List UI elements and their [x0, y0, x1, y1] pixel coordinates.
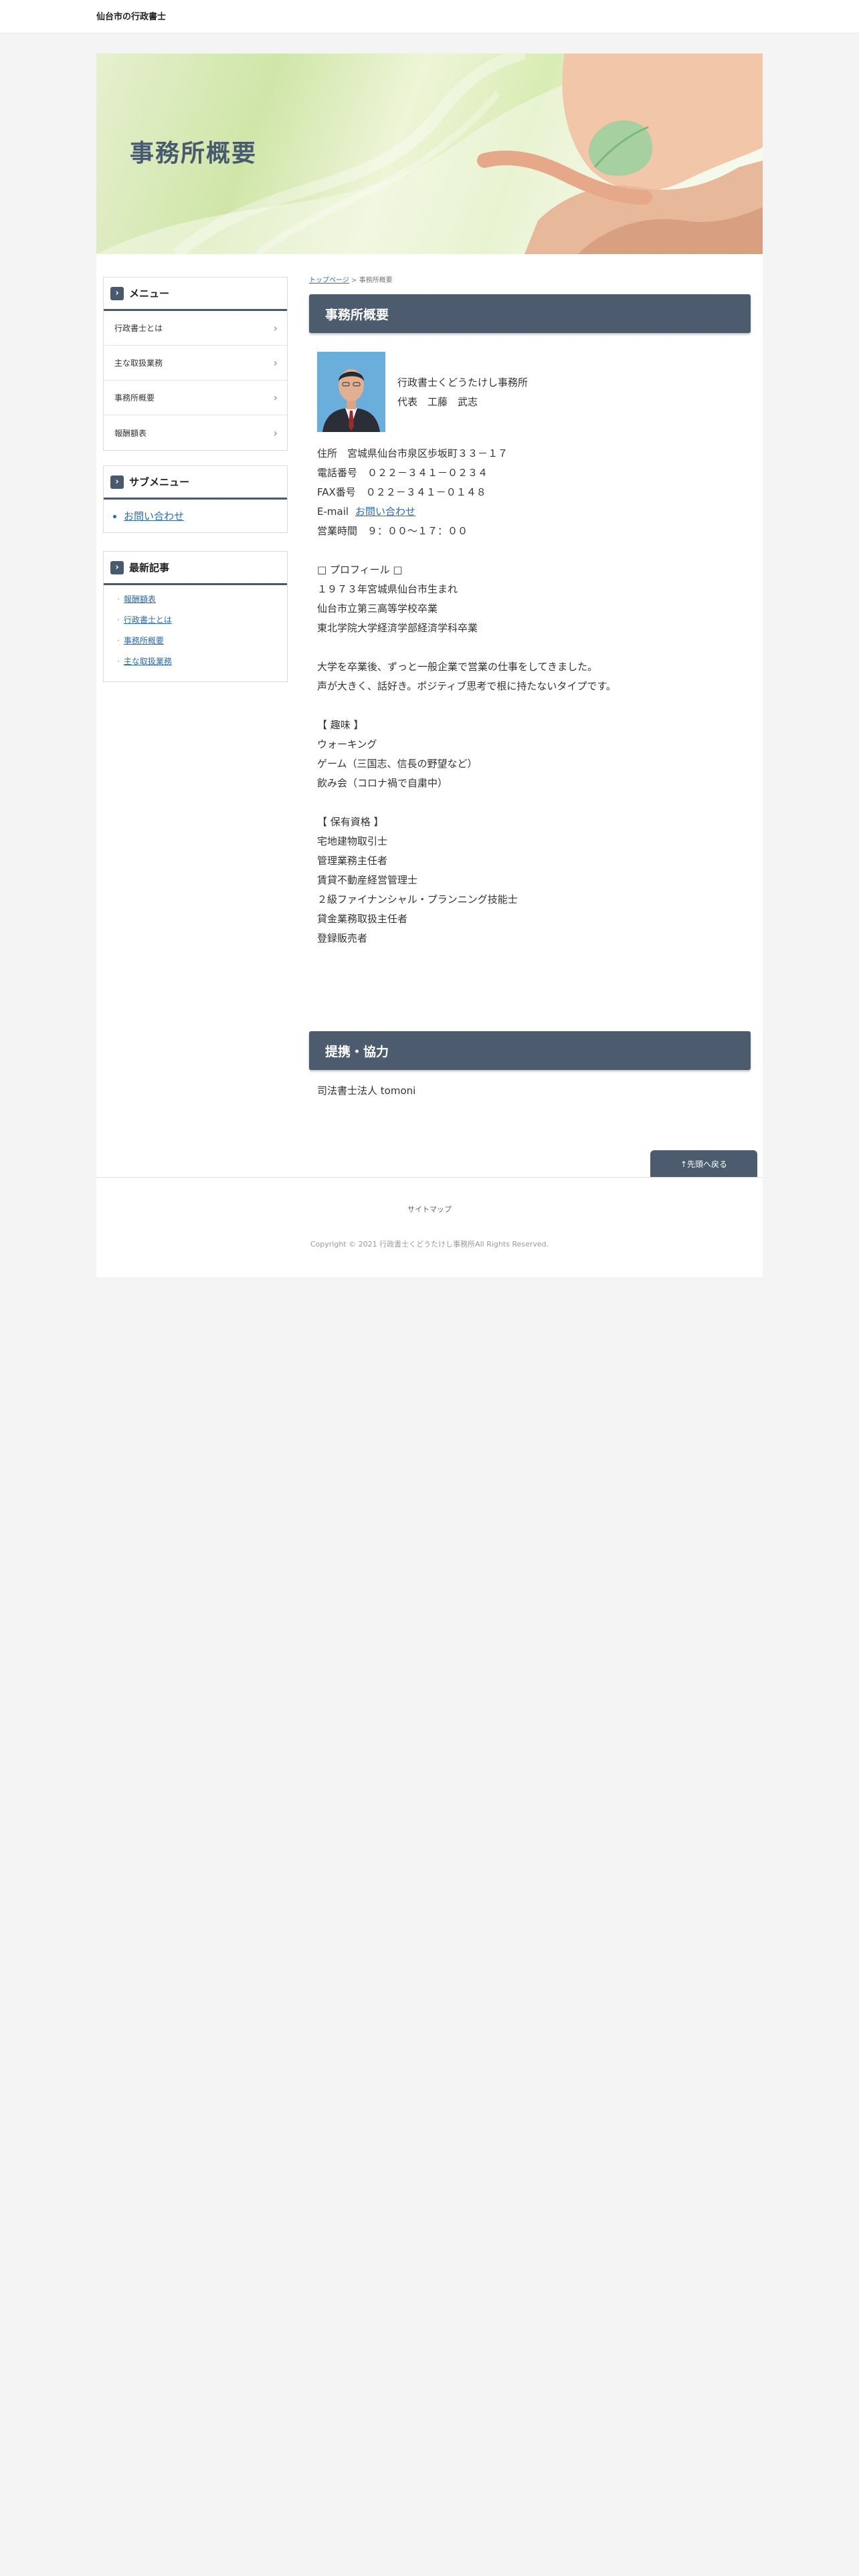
- breadcrumb-separator: >: [351, 277, 357, 284]
- chevron-right-icon: ›: [273, 426, 278, 439]
- email-label: E-mail: [317, 506, 349, 518]
- chevron-right-icon: ›: [273, 356, 278, 369]
- sidebar-item-gyoseishoshi[interactable]: 行政書士とは ›: [104, 311, 287, 346]
- hobby-item: ウォーキング: [317, 738, 377, 750]
- hobby-heading: 【 趣味 】: [317, 719, 364, 731]
- submenu-widget-title: サブメニュー: [129, 476, 190, 488]
- profile-line: 東北学院大学経済学部経済学科卒業: [317, 622, 478, 634]
- sidebar-item-label: 行政書士とは: [114, 324, 163, 333]
- breadcrumb-home-link[interactable]: トップページ: [309, 277, 349, 284]
- submenu-widget-header: › サブメニュー: [104, 466, 287, 500]
- address: 住所 宮城県仙台市泉区歩坂町３３－１７: [317, 447, 508, 459]
- chevron-right-icon: ›: [273, 391, 278, 404]
- chevron-right-icon: ›: [110, 286, 124, 300]
- sidebar-item-fees[interactable]: 報酬額表 ›: [104, 415, 287, 450]
- sidebar-item-label: 主な取扱業務: [114, 358, 163, 368]
- hero-banner: 事務所概要: [96, 53, 763, 254]
- menu-widget-header: › メニュー: [104, 278, 287, 311]
- sidebar-menu-widget: › メニュー 行政書士とは › 主な取扱業務 › 事務所概要 › 報酬額表 ›: [103, 277, 288, 451]
- office-name: 行政書士くどうたけし事務所: [397, 377, 529, 389]
- site-title[interactable]: 仙台市の行政書士: [96, 9, 166, 22]
- contact-link[interactable]: お問い合わせ: [355, 506, 415, 518]
- recent-link[interactable]: 行政書士とは: [124, 615, 172, 625]
- representative-photo: [317, 352, 385, 432]
- chevron-right-icon: ›: [110, 560, 124, 574]
- menu-widget-title: メニュー: [129, 288, 170, 300]
- section-heading-office: 事務所概要: [309, 294, 751, 333]
- list-item: · 主な取扱業務: [117, 657, 172, 666]
- sidebar-submenu-widget: › サブメニュー お問い合わせ: [103, 465, 288, 533]
- sidebar-item-services[interactable]: 主な取扱業務 ›: [104, 346, 287, 381]
- office-details: 住所 宮城県仙台市泉区歩坂町３３－１７ 電話番号 ０２２－３４１－０２３４ FA…: [317, 444, 745, 948]
- recent-link[interactable]: 主な取扱業務: [124, 657, 172, 666]
- section-heading-partners: 提携・協力: [309, 1031, 751, 1070]
- fax-number: FAX番号 ０２２－３４１－０１４８: [317, 486, 486, 498]
- recent-widget-header: › 最新記事: [104, 552, 287, 585]
- profile-heading: □ プロフィール □: [317, 564, 403, 576]
- license-item: 管理業務主任者: [317, 855, 388, 867]
- chevron-right-icon: ›: [273, 322, 278, 334]
- bio-line: 声が大きく、話好き。ポジティブ思考で根に持たないタイプです。: [317, 680, 616, 692]
- breadcrumb: トップページ > 事務所概要: [309, 274, 393, 284]
- copyright-text: Copyright © 2021 行政書士くどうたけし事務所All Rights…: [310, 1240, 549, 1249]
- recent-list: · 報酬額表 · 行政書士とは · 事務所概要 · 主な取扱業務: [104, 585, 287, 681]
- list-item: · 行政書士とは: [117, 615, 172, 625]
- license-item: ２級ファイナンシャル・プランニング技能士: [317, 893, 518, 905]
- partner-name: 司法書士法人 tomoni: [317, 1085, 416, 1097]
- recent-link[interactable]: 事務所概要: [124, 636, 164, 645]
- license-item: 貸金業務取扱主任者: [317, 913, 408, 925]
- profile-line: 仙台市立第三高等学校卒業: [317, 603, 438, 615]
- phone-number: 電話番号 ０２２－３４１－０２３４: [317, 467, 488, 479]
- profile-line: １９７３年宮城県仙台市生まれ: [317, 583, 458, 595]
- business-hours: 営業時間 ９：００～１７：００: [317, 525, 468, 537]
- submenu-list: お問い合わせ: [104, 500, 287, 532]
- representative-name: 代表 工藤 武志: [397, 396, 478, 408]
- license-heading: 【 保有資格 】: [317, 816, 384, 828]
- back-to-top-button[interactable]: ↑先頭へ戻る: [650, 1150, 757, 1177]
- list-item: · 事務所概要: [117, 636, 164, 645]
- top-header-bar: 仙台市の行政書士: [0, 0, 859, 33]
- sidebar-item-label: 報酬額表: [114, 428, 147, 438]
- license-item: 賃貸不動産経営管理士: [317, 874, 418, 886]
- hobby-item: ゲーム（三国志、信長の野望など）: [317, 758, 478, 770]
- sitemap-link[interactable]: サイトマップ: [96, 1204, 763, 1214]
- list-item: · 報酬額表: [117, 595, 156, 604]
- recent-widget-title: 最新記事: [129, 562, 170, 574]
- footer-divider: [96, 1177, 763, 1178]
- sidebar-recent-widget: › 最新記事 · 報酬額表 · 行政書士とは · 事務所概要 · 主な取扱業務: [103, 551, 288, 682]
- hobby-item: 飲み会（コロナ禍で自粛中）: [317, 777, 448, 789]
- sidebar-item-label: 事務所概要: [114, 393, 155, 403]
- email-row: E-mail お問い合わせ: [317, 502, 745, 522]
- sidebar-item-office[interactable]: 事務所概要 ›: [104, 381, 287, 415]
- license-item: 宅地建物取引士: [317, 835, 388, 847]
- chevron-right-icon: ›: [110, 475, 124, 489]
- submenu-link-contact[interactable]: お問い合わせ: [124, 509, 287, 523]
- breadcrumb-current: 事務所概要: [359, 277, 393, 284]
- hero-title: 事務所概要: [130, 140, 258, 167]
- license-item: 登録販売者: [317, 932, 368, 944]
- office-identity: 行政書士くどうたけし事務所 代表 工藤 武志: [397, 373, 528, 412]
- bio-line: 大学を卒業後、ずっと一般企業で営業の仕事をしてきました。: [317, 661, 598, 673]
- recent-link[interactable]: 報酬額表: [124, 595, 156, 604]
- page-container: 事務所概要 › メニュー 行政書士とは › 主な取扱業務 › 事務所概要 › 報…: [96, 53, 763, 1277]
